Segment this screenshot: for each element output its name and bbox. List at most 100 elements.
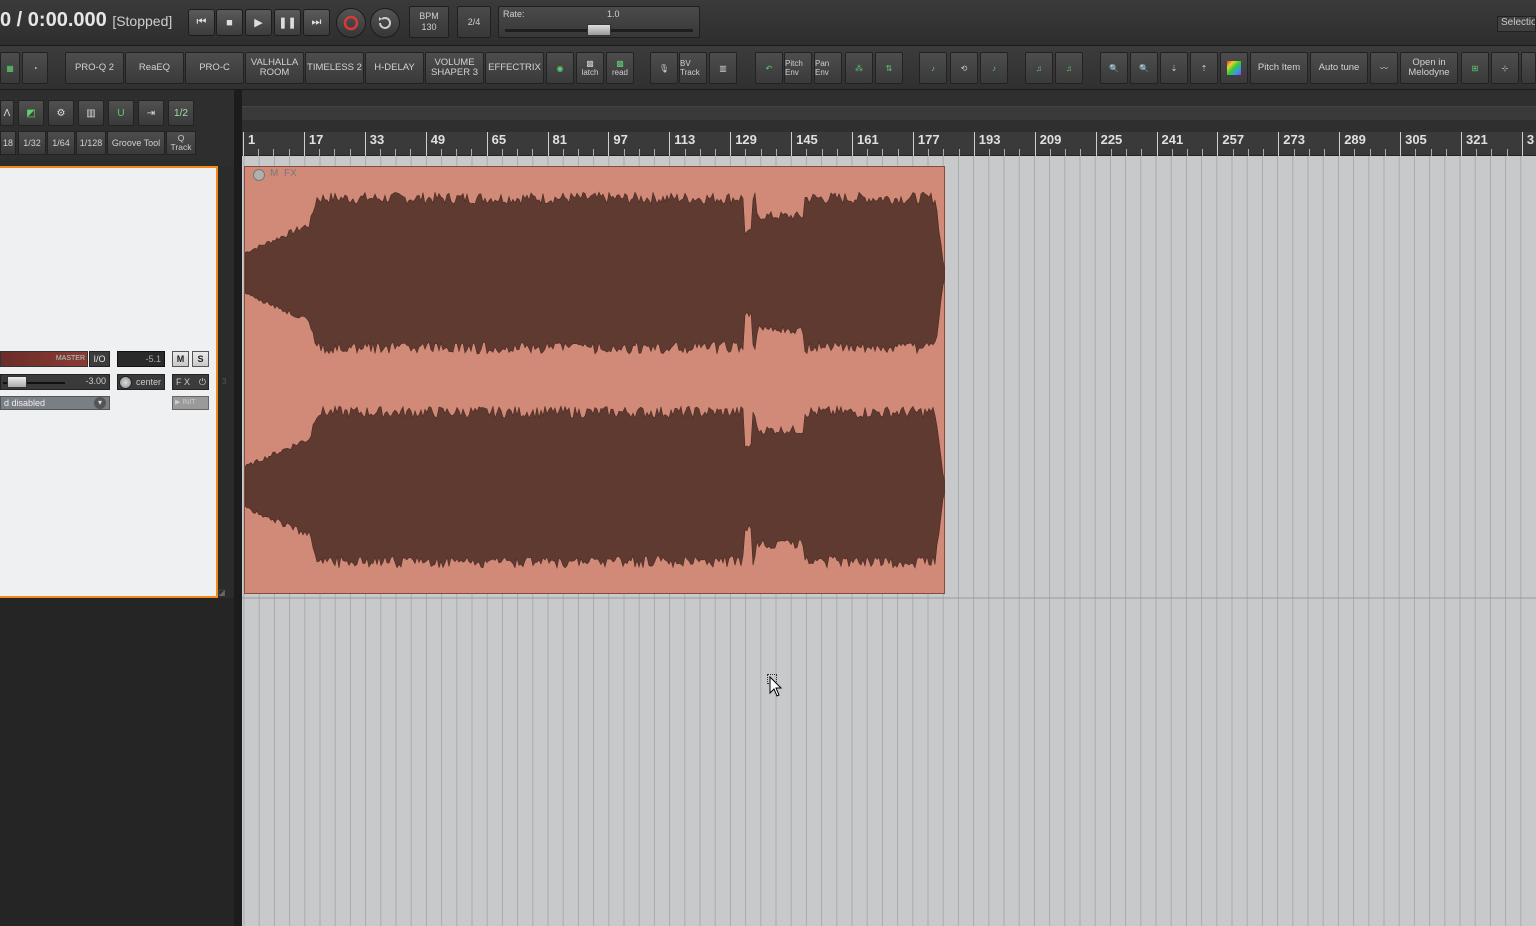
resize-handle-icon[interactable]: ◪ — [218, 588, 234, 598]
ruler-mark: 241 — [1156, 132, 1183, 156]
envelope-button[interactable]: ▶ INIT — [172, 396, 209, 410]
tool-icon-1[interactable]: ▦ — [0, 52, 20, 84]
rate-slider-handle[interactable] — [587, 24, 611, 36]
grid-division-button[interactable]: 1/32 — [18, 131, 46, 155]
time-signature[interactable]: 2/4 — [457, 6, 491, 38]
pan-control[interactable]: center — [117, 374, 165, 390]
zoom-in-wave-button[interactable]: 🔍 — [1130, 52, 1158, 84]
undo-env-button[interactable]: ↶ — [755, 52, 783, 84]
plugin-button[interactable]: H-DELAY — [365, 52, 424, 84]
bv-track-button[interactable]: BV Track — [679, 52, 707, 84]
plugin-button[interactable]: PRO-C — [185, 52, 244, 84]
shrink-height-button[interactable]: ⇣ — [1160, 52, 1188, 84]
grid-division-button[interactable]: 1/64 — [47, 131, 75, 155]
grid-tool-b[interactable]: ◩ — [18, 100, 44, 126]
ruler-subtick — [1186, 149, 1188, 156]
plugin-button[interactable]: VALHALLA ROOM — [245, 52, 304, 84]
item-mute-label[interactable]: M — [270, 168, 278, 179]
track-name-field[interactable]: MASTER — [0, 351, 88, 367]
waveform-button[interactable]: 〰 — [1370, 52, 1398, 84]
fx-button[interactable]: F X ⏻ — [172, 374, 209, 390]
transport-bar: 0 / 0:00.000 [Stopped] ⏮ ■ ▶ ❚❚ ⏭ BPM 13… — [0, 0, 1536, 46]
timeline-ruler[interactable]: 1 17 33 49 65 81 97 113 129 145 161 177 193 209 225 241… — [242, 132, 1536, 156]
ruler-subtick — [958, 149, 960, 156]
latch-button[interactable]: ▩ latch — [576, 52, 604, 84]
piano-roll-button[interactable]: ▥ — [709, 52, 737, 84]
ruler-subtick — [1065, 149, 1067, 156]
ruler-subtick — [623, 149, 625, 156]
snap-toggle[interactable]: U — [108, 100, 134, 126]
fx-chain-button[interactable]: ⊹ — [1491, 52, 1519, 84]
more-tools-button[interactable] — [1521, 52, 1536, 84]
repeat-button[interactable] — [370, 8, 400, 38]
tool-icon-2[interactable]: ◔ — [22, 52, 48, 84]
env-points-button[interactable]: ⇅ — [875, 52, 903, 84]
solo-button[interactable]: S — [192, 351, 209, 367]
marker-lane[interactable] — [242, 106, 1536, 120]
grid-tool-f[interactable]: ⇥ — [138, 100, 164, 126]
grid-tool-a[interactable]: Λ — [0, 100, 14, 126]
io-button[interactable]: I/O — [89, 351, 110, 367]
grid-half-button[interactable]: 1/2 — [168, 100, 194, 126]
ruler-mark: 209 — [1034, 132, 1061, 156]
volume-slider[interactable]: -3.00 — [0, 374, 110, 390]
grid-division-button[interactable]: 1/128 — [76, 131, 106, 155]
routing-button[interactable]: ⊞ — [1461, 52, 1489, 84]
time-display[interactable]: 0 / 0:00.000 [Stopped] — [0, 9, 172, 32]
pitch-item-button[interactable]: Pitch Item — [1250, 52, 1308, 84]
envelope-visibility-button[interactable]: ◉ — [546, 52, 574, 84]
item-loop-button[interactable]: ⟲ — [950, 52, 978, 84]
plugin-button[interactable]: EFFECTRIX — [485, 52, 544, 84]
octave-down-button[interactable]: ♫ — [1025, 52, 1053, 84]
color-button[interactable] — [1220, 52, 1248, 84]
open-melodyne-button[interactable]: Open in Melodyne — [1400, 52, 1458, 84]
plugin-button[interactable]: ReaEQ — [125, 52, 184, 84]
ruler-subtick — [532, 149, 534, 156]
rate-control[interactable]: Rate: 1.0 — [498, 6, 700, 38]
groove-tool-button[interactable]: Groove Tool — [107, 131, 165, 155]
note-down-button[interactable]: ♪ — [919, 52, 947, 84]
stop-button[interactable]: ■ — [216, 9, 243, 36]
plugin-button[interactable]: VOLUME SHAPER 3 — [425, 52, 484, 84]
panel-divider[interactable] — [234, 90, 242, 926]
read-button[interactable]: ▩ read — [606, 52, 634, 84]
arrange-view[interactable]: 1 17 33 49 65 81 97 113 129 145 161 177 193 209 225 241… — [242, 90, 1536, 926]
ruler-mark: 3 — [1521, 132, 1534, 156]
octave-up-button[interactable]: ♫ — [1055, 52, 1083, 84]
go-to-start-button[interactable]: ⏮ — [188, 9, 215, 36]
grid-division-button[interactable]: 18 — [0, 131, 16, 155]
plugin-button[interactable]: PRO-Q 2 — [65, 52, 124, 84]
grow-height-button[interactable]: ⇡ — [1190, 52, 1218, 84]
auto-tune-button[interactable]: Auto tune — [1310, 52, 1368, 84]
go-to-end-button[interactable]: ⏭ — [303, 9, 330, 36]
track-control-panel[interactable]: MASTER I/O -5.1 M S -3.00 center F X ⏻ 3… — [0, 166, 226, 598]
snap-env-button[interactable]: ⁂ — [845, 52, 873, 84]
tcp-empty-area[interactable] — [0, 598, 238, 926]
selection-display[interactable]: Selection — [1497, 16, 1536, 32]
zoom-out-wave-button[interactable]: 🔍 — [1100, 52, 1128, 84]
track-name: MASTER — [55, 355, 85, 362]
pitch-env-button[interactable]: Pitch Env — [784, 52, 812, 84]
play-button[interactable]: ▶ — [245, 9, 272, 36]
env-points-icon: ⇅ — [885, 63, 893, 73]
ruler-subtick — [1110, 149, 1112, 156]
pan-env-button[interactable]: Pan Env — [814, 52, 842, 84]
grid-tool-d[interactable]: ▥ — [78, 100, 104, 126]
item-fx-label[interactable]: FX — [284, 168, 297, 179]
media-item[interactable]: M FX — [244, 166, 945, 594]
latch-label: latch — [581, 68, 599, 77]
pause-button[interactable]: ❚❚ — [274, 9, 301, 36]
q-track-button[interactable]: Q Track — [166, 131, 196, 155]
volume-slider-handle[interactable] — [7, 376, 27, 388]
arrange-header — [242, 90, 1536, 132]
bpm-display[interactable]: BPM 130 — [409, 6, 449, 38]
envelope-label: INIT — [182, 399, 196, 406]
input-select[interactable]: d disabled ▾ — [0, 396, 110, 410]
plugin-button[interactable]: TIMELESS 2 — [305, 52, 364, 84]
record-button[interactable] — [336, 8, 366, 38]
grid-tool-c[interactable]: ⚙ — [48, 100, 74, 126]
record-input-button[interactable]: 🎙 — [650, 52, 678, 84]
item-lock-icon[interactable] — [253, 169, 265, 181]
mute-button[interactable]: M — [172, 351, 189, 367]
note-up-button[interactable]: ♪ — [980, 52, 1008, 84]
